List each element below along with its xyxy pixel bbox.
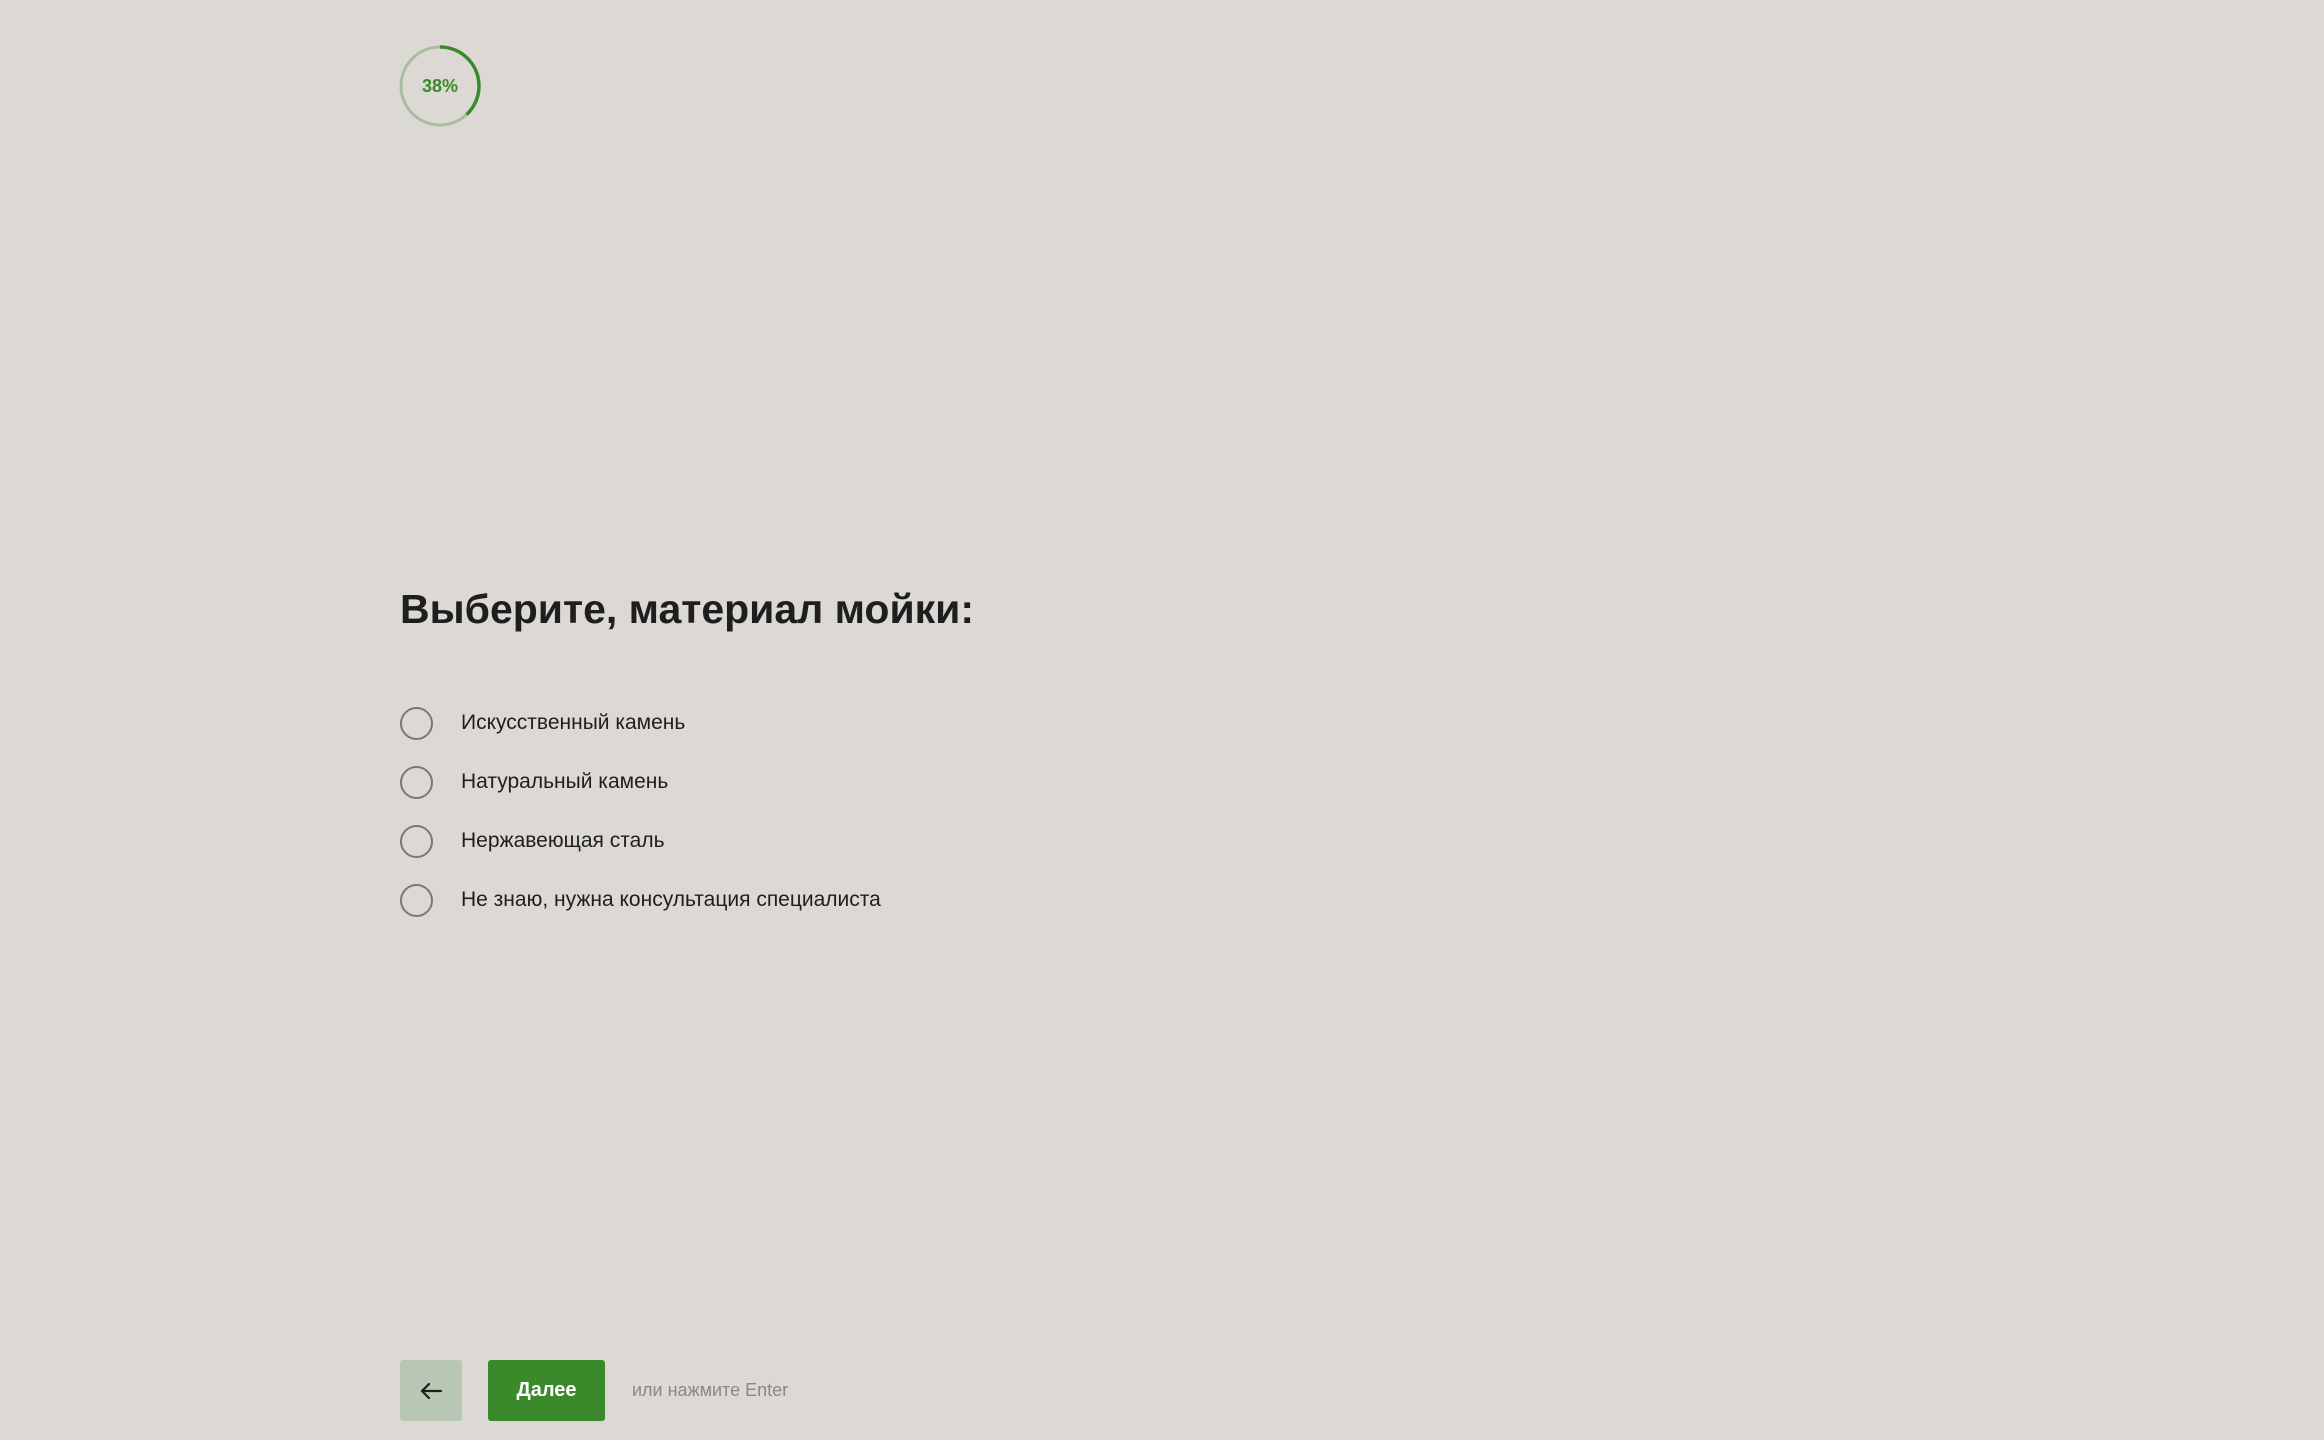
radio-button[interactable] <box>400 706 433 740</box>
progress-percent-label: 38% <box>421 76 459 96</box>
question-title: Выберите, материал мойки: <box>400 586 975 632</box>
answer-option[interactable]: Искусственный камень <box>400 704 1400 742</box>
radio-button[interactable] <box>400 765 433 799</box>
answer-option[interactable]: Не знаю, нужна консультация специалиста <box>400 881 1400 919</box>
answer-option[interactable]: Натуральный камень <box>400 763 1400 801</box>
arrow-left-icon <box>420 1382 443 1399</box>
answer-option-label: Не знаю, нужна консультация специалиста <box>461 888 881 911</box>
quiz-navigation: Далее или нажмите Enter <box>400 1360 788 1421</box>
progress-indicator: 38% <box>398 44 482 128</box>
next-button[interactable]: Далее <box>488 1360 605 1421</box>
answer-option-label: Натуральный камень <box>461 770 669 793</box>
answer-option-label: Нержавеющая сталь <box>461 829 665 852</box>
radio-button[interactable] <box>400 824 433 858</box>
answer-options-list: Искусственный камень Натуральный камень … <box>400 704 1400 940</box>
radio-button[interactable] <box>400 883 433 917</box>
enter-hint: или нажмите Enter <box>632 1380 789 1400</box>
back-button[interactable] <box>400 1360 462 1421</box>
answer-option[interactable]: Нержавеющая сталь <box>400 822 1400 860</box>
answer-option-label: Искусственный камень <box>461 711 686 734</box>
